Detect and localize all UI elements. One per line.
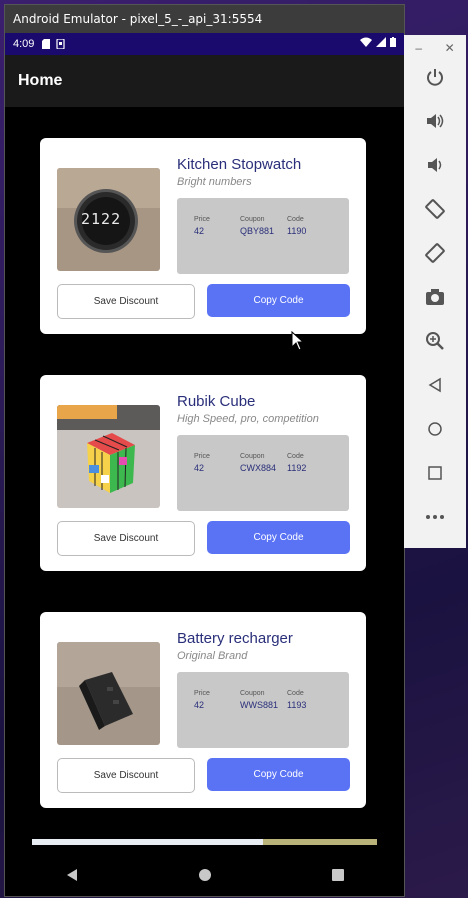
save-discount-button[interactable]: Save Discount (57, 521, 195, 556)
coupon-value: QBY881 (240, 226, 275, 236)
battery-icon (390, 37, 396, 47)
status-bar: 4:09 (5, 33, 404, 55)
page-title: Home (18, 72, 63, 89)
minimize-icon[interactable]: – (415, 41, 422, 55)
discount-info-panel: Price 42 Coupon QBY881 Code 1190 (177, 198, 349, 274)
coupon-label: Coupon (240, 216, 265, 223)
code-value: 1190 (287, 226, 307, 236)
system-nav-bar (5, 855, 404, 895)
code-label: Code (287, 690, 304, 697)
price-label: Price (194, 216, 210, 223)
price-value: 42 (194, 226, 205, 236)
camera-icon[interactable] (404, 275, 466, 319)
signal-icon (376, 37, 386, 47)
overview-icon[interactable] (404, 451, 466, 495)
code-value: 1192 (287, 463, 307, 473)
price-value: 42 (194, 700, 205, 710)
code-value: 1193 (287, 700, 307, 710)
code-label: Code (287, 453, 304, 460)
status-time: 4:09 (13, 38, 35, 50)
product-card: 2122 Kitchen Stopwatch Bright numbers Pr… (40, 138, 366, 334)
save-discount-button[interactable]: Save Discount (57, 758, 195, 793)
coupon-value: WWS881 (240, 700, 279, 710)
product-title: Rubik Cube (177, 393, 256, 410)
scroll-progress-fill (32, 839, 264, 845)
emulator-window: Android Emulator - pixel_5_-_api_31:5554… (4, 4, 405, 897)
product-card: Rubik Cube High Speed, pro, competition … (40, 375, 366, 571)
product-title: Kitchen Stopwatch (177, 156, 302, 173)
close-icon[interactable]: ✕ (445, 41, 455, 55)
back-icon[interactable] (404, 363, 466, 407)
discount-info-panel: Price 42 Coupon WWS881 Code 1193 (177, 672, 349, 748)
window-title: Android Emulator - pixel_5_-_api_31:5554 (13, 12, 263, 26)
zoom-icon[interactable] (404, 319, 466, 363)
mouse-cursor-icon (291, 331, 305, 351)
stopwatch-display: 2122 (81, 210, 122, 228)
rotate-left-icon[interactable] (404, 187, 466, 231)
battery-charger-image (57, 642, 160, 745)
code-label: Code (287, 216, 304, 223)
price-label: Price (194, 690, 210, 697)
scroll-progress-bar (32, 839, 377, 845)
rotate-right-icon[interactable] (404, 231, 466, 275)
more-icon[interactable] (404, 495, 466, 539)
price-label: Price (194, 453, 210, 460)
product-subtitle: Bright numbers (177, 176, 252, 188)
volume-up-icon[interactable] (404, 99, 466, 143)
emulator-tool-panel: – ✕ (404, 35, 466, 548)
coupon-label: Coupon (240, 453, 265, 460)
coupon-label: Coupon (240, 690, 265, 697)
rubik-cube-image (57, 405, 160, 508)
volume-down-icon[interactable] (404, 143, 466, 187)
price-value: 42 (194, 463, 205, 473)
product-card: Battery recharger Original Brand Price 4… (40, 612, 366, 808)
product-subtitle: Original Brand (177, 650, 248, 662)
nav-overview-icon[interactable] (331, 868, 345, 882)
stopwatch-image: 2122 (57, 168, 160, 271)
wifi-icon (360, 37, 372, 47)
nav-home-icon[interactable] (198, 868, 212, 882)
download-notification-icon (56, 39, 66, 49)
save-discount-button[interactable]: Save Discount (57, 284, 195, 319)
copy-code-button[interactable]: Copy Code (207, 284, 350, 317)
product-title: Battery recharger (177, 630, 293, 647)
copy-code-button[interactable]: Copy Code (207, 521, 350, 554)
product-list[interactable]: 2122 Kitchen Stopwatch Bright numbers Pr… (5, 107, 404, 827)
copy-code-button[interactable]: Copy Code (207, 758, 350, 791)
window-titlebar[interactable]: Android Emulator - pixel_5_-_api_31:5554 (5, 5, 404, 33)
sd-card-icon (42, 39, 51, 49)
home-icon[interactable] (404, 407, 466, 451)
app-bar: Home (5, 55, 404, 107)
nav-back-icon[interactable] (65, 868, 79, 882)
power-icon[interactable] (404, 55, 466, 99)
product-subtitle: High Speed, pro, competition (177, 413, 319, 425)
discount-info-panel: Price 42 Coupon CWX884 Code 1192 (177, 435, 349, 511)
coupon-value: CWX884 (240, 463, 277, 473)
